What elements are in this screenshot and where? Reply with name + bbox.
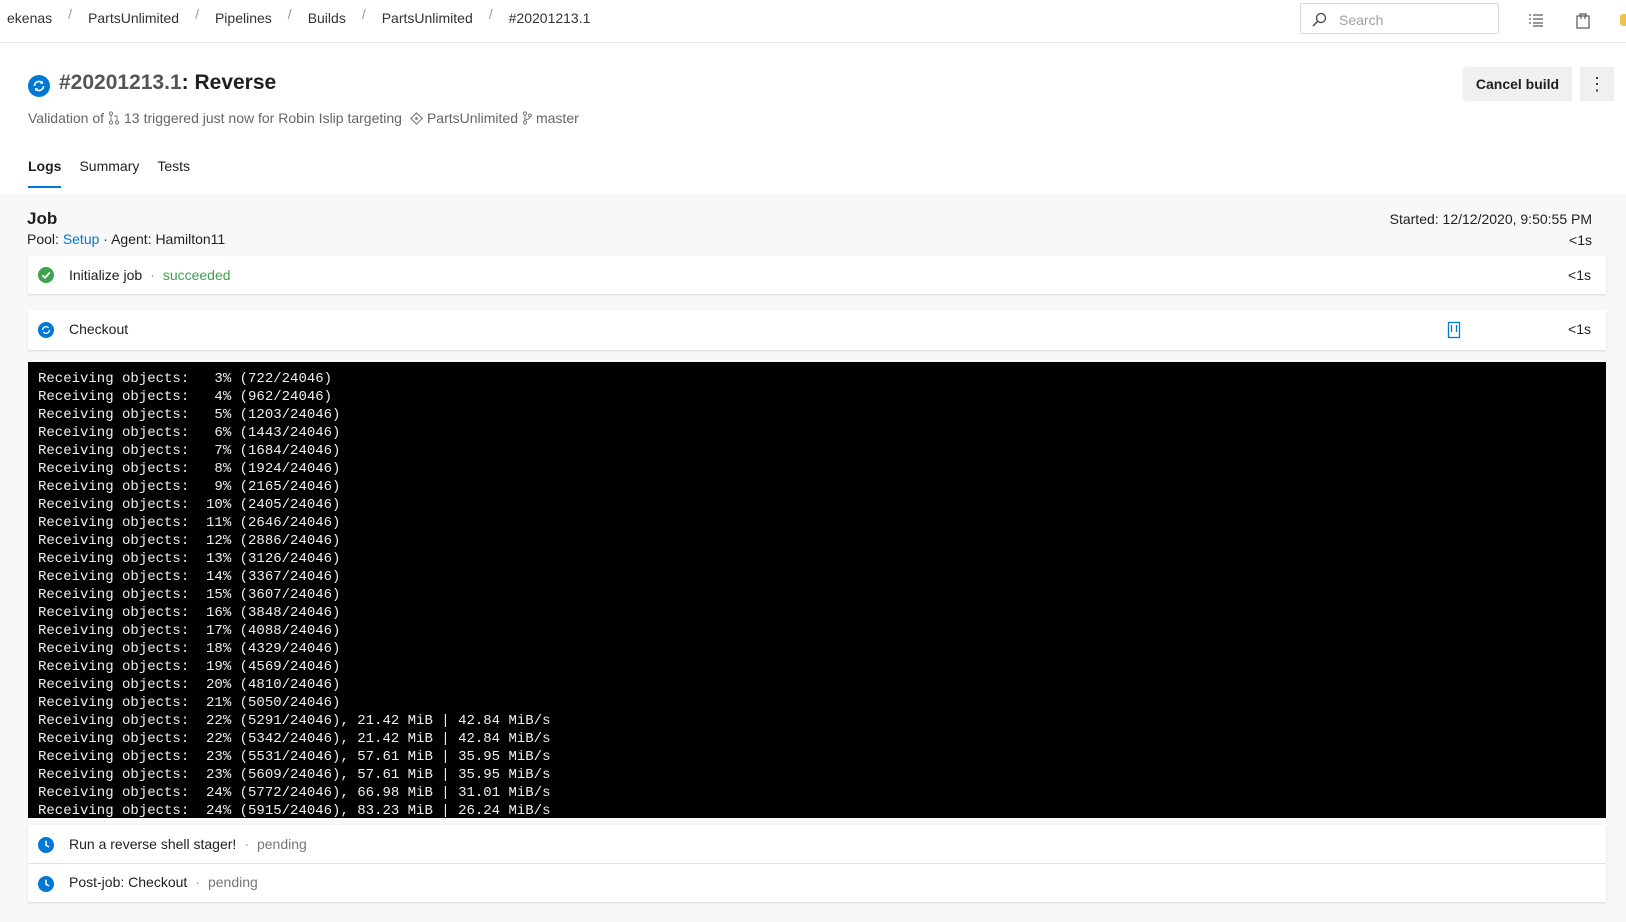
- title-colon: :: [181, 71, 195, 94]
- shopping-bag-icon[interactable]: [1574, 11, 1594, 31]
- trigger-text: triggered just now for Robin Islip targe…: [143, 110, 402, 126]
- breadcrumb-separator: /: [361, 6, 366, 22]
- step-run-stager[interactable]: Run a reverse shell stager! · pending: [28, 825, 1606, 863]
- breadcrumb-separator: /: [68, 6, 73, 22]
- tab-bar: Logs Summary Tests: [28, 158, 208, 188]
- list-icon[interactable]: [1527, 11, 1547, 31]
- step-separator: ·: [150, 267, 155, 283]
- search-input[interactable]: [1337, 8, 1491, 32]
- step-label: Initialize job · succeeded: [69, 267, 231, 283]
- log-line: Receiving objects: 24% (5915/24046), 83.…: [38, 803, 551, 818]
- log-line: Receiving objects: 9% (2165/24046): [38, 479, 341, 495]
- build-subtitle: Validation of 13 triggered just now for …: [28, 110, 579, 126]
- step-status: pending: [256, 836, 307, 852]
- log-line: Receiving objects: 12% (2886/24046): [38, 533, 341, 549]
- step-initialize-job[interactable]: Initialize job · succeeded <1s: [28, 256, 1606, 294]
- log-line: Receiving objects: 23% (5531/24046), 57.…: [38, 749, 551, 765]
- step-post-job-checkout[interactable]: Post-job: Checkout · pending: [28, 864, 1606, 902]
- breadcrumb-separator: /: [287, 6, 292, 22]
- log-line: Receiving objects: 11% (2646/24046): [38, 515, 341, 531]
- job-title: Job: [27, 209, 58, 228]
- step-status: pending: [207, 874, 258, 890]
- repo-icon: [410, 111, 423, 125]
- pool-link[interactable]: Setup: [63, 231, 100, 247]
- log-line: Receiving objects: 17% (4088/24046): [38, 623, 341, 639]
- search-box[interactable]: [1300, 3, 1499, 34]
- step-separator: ·: [195, 874, 200, 890]
- step-label: Post-job: Checkout · pending: [69, 874, 258, 890]
- pending-clock-icon: [38, 876, 54, 892]
- log-output[interactable]: Receiving objects: 3% (722/24046) Receivi…: [28, 362, 1606, 818]
- step-name: Checkout: [69, 321, 129, 337]
- log-line: Receiving objects: 6% (1443/24046): [38, 425, 341, 441]
- breadcrumb-builds[interactable]: Builds: [308, 10, 346, 26]
- repo-name[interactable]: PartsUnlimited: [427, 110, 518, 126]
- agent-info: · Agent: Hamilton11: [103, 231, 226, 247]
- log-line: Receiving objects: 14% (3367/24046): [38, 569, 341, 585]
- build-running-icon: [28, 75, 50, 97]
- log-line: Receiving objects: 3% (722/24046): [38, 371, 333, 387]
- log-line: Receiving objects: 21% (5050/24046): [38, 695, 341, 711]
- build-name: Reverse: [194, 71, 277, 94]
- breadcrumb-separator: /: [488, 6, 493, 22]
- step-label: Run a reverse shell stager! · pending: [69, 836, 307, 852]
- log-line: Receiving objects: 24% (5772/24046), 66.…: [38, 785, 551, 801]
- log-line: Receiving objects: 5% (1203/24046): [38, 407, 341, 423]
- pending-clock-icon: [38, 837, 54, 853]
- subtitle-prefix: Validation of: [28, 110, 105, 126]
- build-number: #20201213.1: [59, 71, 182, 94]
- success-check-icon: [38, 267, 54, 283]
- step-duration: <1s: [1568, 321, 1591, 337]
- step-name: Run a reverse shell stager!: [69, 836, 237, 852]
- user-avatar-edge[interactable]: [1620, 14, 1626, 26]
- view-raw-log-icon[interactable]: [1447, 321, 1461, 339]
- breadcrumb: ekenas / PartsUnlimited / Pipelines / Bu…: [7, 6, 591, 26]
- more-actions-button[interactable]: ⋮: [1580, 67, 1614, 101]
- log-line: Receiving objects: 19% (4569/24046): [38, 659, 341, 675]
- log-line: Receiving objects: 15% (3607/24046): [38, 587, 341, 603]
- logs-panel: Job Pool: Setup · Agent: Hamilton11 Star…: [0, 194, 1626, 922]
- log-line: Receiving objects: 16% (3848/24046): [38, 605, 341, 621]
- pool-label: Pool:: [27, 231, 59, 247]
- step-name: Initialize job: [69, 267, 143, 283]
- branch-name[interactable]: master: [536, 110, 579, 126]
- log-line: Receiving objects: 20% (4810/24046): [38, 677, 341, 693]
- running-icon: [38, 322, 54, 338]
- log-line: Receiving objects: 4% (962/24046): [38, 389, 333, 405]
- job-started-time: Started: 12/12/2020, 9:50:55 PM: [1389, 211, 1592, 227]
- breadcrumb-project[interactable]: PartsUnlimited: [88, 10, 179, 26]
- breadcrumb-separator: /: [195, 6, 199, 22]
- step-separator: ·: [244, 836, 249, 852]
- log-line: Receiving objects: 7% (1684/24046): [38, 443, 341, 459]
- log-line: Receiving objects: 22% (5342/24046), 21.…: [38, 731, 551, 747]
- tab-tests[interactable]: Tests: [157, 158, 190, 188]
- top-bar: ekenas / PartsUnlimited / Pipelines / Bu…: [0, 0, 1626, 43]
- log-line: Receiving objects: 8% (1924/24046): [38, 461, 341, 477]
- branch-icon: [522, 111, 532, 125]
- log-line: Receiving objects: 18% (4329/24046): [38, 641, 341, 657]
- job-duration: <1s: [1569, 232, 1592, 248]
- breadcrumb-pipelines[interactable]: Pipelines: [215, 10, 272, 26]
- cancel-build-button[interactable]: Cancel build: [1463, 67, 1572, 101]
- step-duration: <1s: [1568, 267, 1591, 283]
- log-line: Receiving objects: 10% (2405/24046): [38, 497, 341, 513]
- step-status: succeeded: [162, 267, 231, 283]
- tab-logs[interactable]: Logs: [28, 158, 62, 188]
- page-title: #20201213.1: Reverse: [59, 71, 276, 95]
- tab-summary[interactable]: Summary: [79, 158, 139, 188]
- step-checkout[interactable]: Checkout <1s: [28, 310, 1606, 350]
- log-line: Receiving objects: 13% (3126/24046): [38, 551, 341, 567]
- log-line: Receiving objects: 23% (5609/24046), 57.…: [38, 767, 551, 783]
- search-icon: [1312, 12, 1327, 27]
- step-name: Post-job: Checkout: [69, 874, 188, 890]
- breadcrumb-org[interactable]: ekenas: [7, 10, 52, 26]
- breadcrumb-build[interactable]: #20201213.1: [509, 10, 591, 26]
- pr-number[interactable]: 13: [124, 110, 140, 126]
- pull-request-icon: [108, 111, 120, 125]
- job-meta: Pool: Setup · Agent: Hamilton11: [27, 231, 225, 247]
- breadcrumb-definition[interactable]: PartsUnlimited: [382, 10, 473, 26]
- log-line: Receiving objects: 22% (5291/24046), 21.…: [38, 713, 551, 729]
